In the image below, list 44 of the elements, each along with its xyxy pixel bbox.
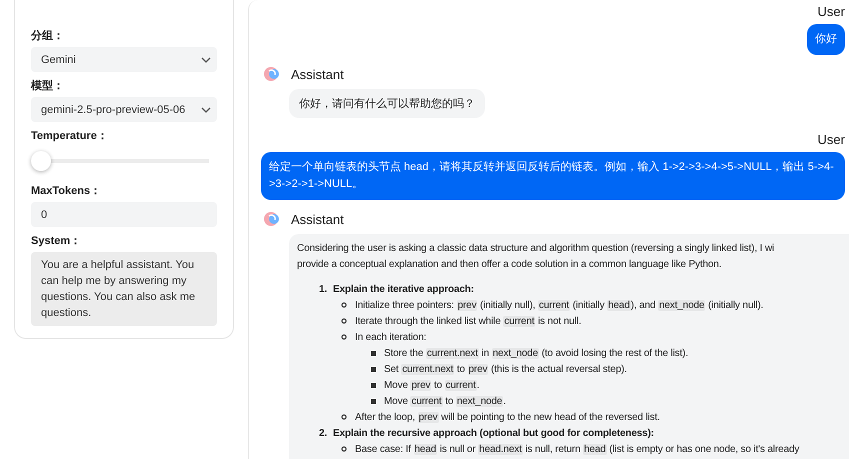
step-title: Explain the recursive approach (optional but good for completeness): (333, 428, 654, 438)
dropdown-select[interactable]: gemini-2.5-pro-preview-05-06 (31, 97, 217, 122)
step-number: 2. (319, 428, 328, 438)
user-message: 给定一个单向链表的头节点 head，请将其反转并返回反转后的链表。例如，输入 1->2->3->4->5->NULL，输出 5->4->3->2->1->NULL。 (261, 152, 845, 200)
step-title: Explain the iterative approach: (333, 284, 474, 294)
sender-name: Assistant (291, 66, 344, 82)
bullet-icon (371, 398, 376, 404)
field-label: 模型： (31, 78, 65, 93)
bullet-icon (371, 366, 376, 372)
text-area[interactable]: You are a helpful assistant. You can help me by answering my questions. You can also ask me questions. (31, 252, 217, 326)
input-field[interactable]: 0 (31, 202, 217, 227)
answer-paragraph: Considering the user is asking a classic data structure and algorithm question (reversing a singly linked list), I wi provide a conceptual explanation and then offer a code solution in a common language like Python. (297, 242, 776, 272)
list-item-text: Move current to next_node. (384, 396, 506, 406)
list-item-text: Set current.next to prev (this is the actual reversal step). (384, 364, 627, 374)
assistant-avatar-icon (263, 65, 281, 83)
chevron-down-icon (201, 106, 211, 112)
sender-name: Assistant (291, 212, 344, 226)
assistant-avatar-icon (263, 210, 281, 228)
slider-thumb[interactable] (31, 151, 51, 171)
field-label: Temperature： (31, 129, 109, 143)
assistant-message: 你好，请问有什么可以帮助您的吗？ (289, 89, 485, 118)
list-item-text: Move prev to current. (384, 380, 480, 390)
field-label: MaxTokens： (31, 184, 102, 198)
list-item-text: Base case: If head is null or head.next is null, return head (list is empty or has one node, so it's already (355, 444, 800, 454)
bullet-icon (341, 318, 347, 324)
bullet-icon (371, 350, 376, 356)
bullet-icon (371, 382, 376, 388)
user-message: 你好 (807, 24, 845, 55)
list-item-text: Iterate through the linked list while current is not null. (355, 316, 582, 326)
field-label: System： (31, 234, 82, 248)
bullet-icon (341, 302, 347, 308)
field-label: 分组： (31, 28, 65, 43)
bullet-icon (341, 334, 347, 340)
step-number: 1. (319, 284, 328, 294)
bullet-icon (341, 414, 347, 420)
list-item-text: Initialize three pointers: prev (initially null), current (initially head), and next_node (initially null). (355, 300, 764, 310)
list-item-text: Store the current.next in next_node (to avoid losing the rest of the list). (384, 348, 688, 358)
list-item-text: In each iteration: (355, 332, 426, 342)
dropdown-select[interactable]: Gemini (31, 47, 217, 72)
sender-name: User (818, 132, 845, 147)
chevron-down-icon (201, 56, 211, 62)
sender-name: User (818, 4, 845, 19)
list-item-text: After the loop, prev will be pointing to the new head of the reversed list. (355, 412, 660, 422)
bullet-icon (341, 446, 347, 452)
